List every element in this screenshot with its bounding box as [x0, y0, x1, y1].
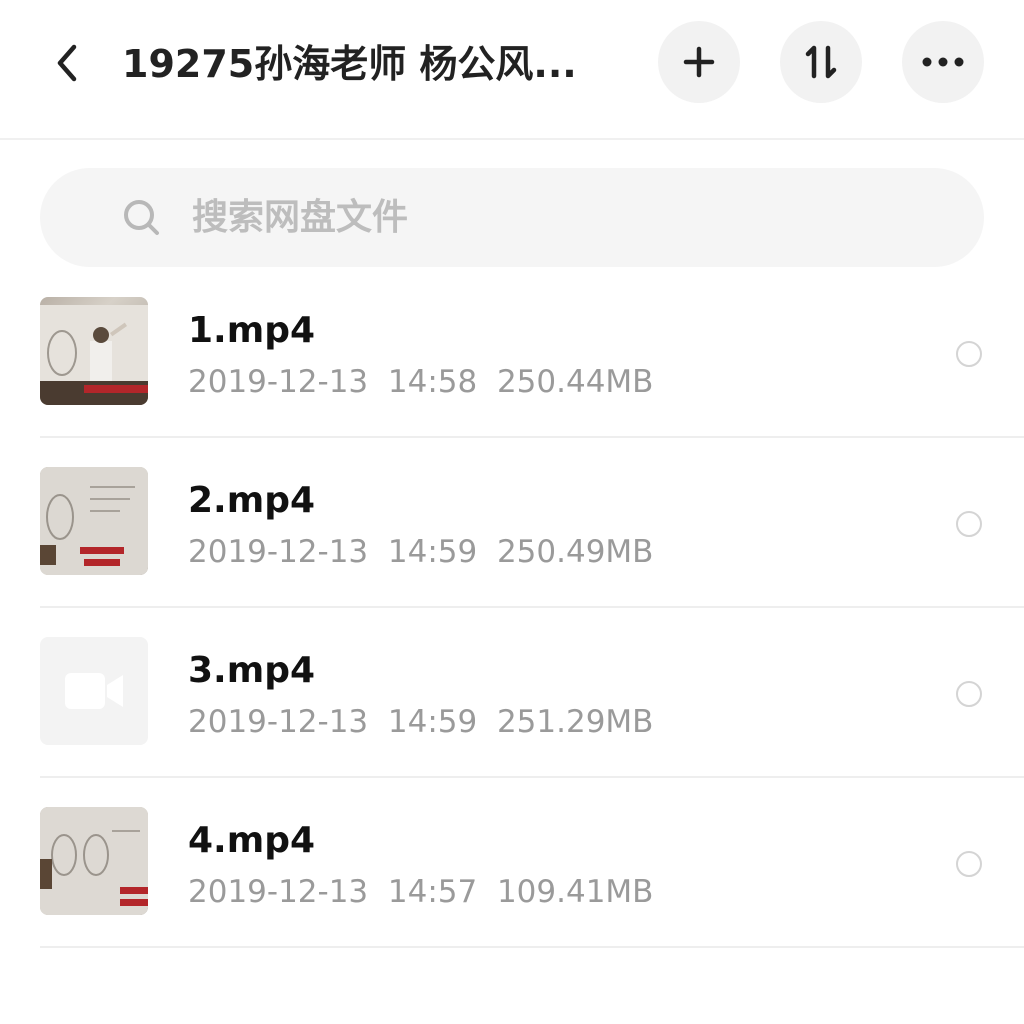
- file-name: 2.mp4: [188, 480, 316, 521]
- file-row[interactable]: 4.mp4 2019-12-13 14:57 109.41MB: [40, 778, 1024, 948]
- file-time: 14:57: [387, 874, 478, 910]
- file-name: 1.mp4: [188, 310, 316, 351]
- file-date: 2019-12-13: [188, 364, 369, 400]
- chevron-left-icon: [57, 44, 77, 82]
- file-date: 2019-12-13: [188, 874, 369, 910]
- select-checkbox[interactable]: [956, 341, 982, 367]
- file-list: 1.mp4 2019-12-13 14:58 250.44MB 2.mp4 20…: [0, 268, 1024, 948]
- file-size: 250.49MB: [496, 534, 654, 570]
- select-checkbox[interactable]: [956, 681, 982, 707]
- select-checkbox[interactable]: [956, 511, 982, 537]
- search-icon: [120, 196, 164, 240]
- file-meta: 2019-12-13 14:59 251.29MB: [188, 702, 653, 742]
- file-size: 251.29MB: [496, 704, 654, 740]
- video-thumbnail: [40, 297, 148, 405]
- file-date: 2019-12-13: [188, 534, 369, 570]
- more-button[interactable]: [902, 21, 984, 103]
- file-name: 4.mp4: [188, 820, 316, 861]
- file-size: 250.44MB: [496, 364, 654, 400]
- sort-button[interactable]: [780, 21, 862, 103]
- file-row[interactable]: 2.mp4 2019-12-13 14:59 250.49MB: [40, 438, 1024, 608]
- back-button[interactable]: [44, 40, 90, 86]
- file-date: 2019-12-13: [188, 704, 369, 740]
- top-bar: 19275孙海老师 杨公风...: [0, 0, 1024, 140]
- file-time: 14:59: [387, 704, 478, 740]
- video-thumbnail: [40, 467, 148, 575]
- file-time: 14:59: [387, 534, 478, 570]
- file-meta: 2019-12-13 14:58 250.44MB: [188, 362, 653, 402]
- file-row[interactable]: 1.mp4 2019-12-13 14:58 250.44MB: [40, 268, 1024, 438]
- search-input[interactable]: [190, 186, 954, 249]
- plus-icon: [683, 46, 715, 78]
- search-bar[interactable]: [40, 168, 984, 267]
- file-name: 3.mp4: [188, 650, 316, 691]
- folder-title: 19275孙海老师 杨公风...: [122, 42, 577, 86]
- select-checkbox[interactable]: [956, 851, 982, 877]
- file-row[interactable]: 3.mp4 2019-12-13 14:59 251.29MB: [40, 608, 1024, 778]
- video-camera-icon: [65, 673, 123, 709]
- file-size: 109.41MB: [496, 874, 654, 910]
- file-meta: 2019-12-13 14:57 109.41MB: [188, 872, 653, 912]
- more-horizontal-icon: [922, 57, 964, 67]
- file-time: 14:58: [387, 364, 478, 400]
- file-meta: 2019-12-13 14:59 250.49MB: [188, 532, 653, 572]
- add-button[interactable]: [658, 21, 740, 103]
- video-placeholder-thumbnail: [40, 637, 148, 745]
- sort-icon: [805, 45, 837, 79]
- video-thumbnail: [40, 807, 148, 915]
